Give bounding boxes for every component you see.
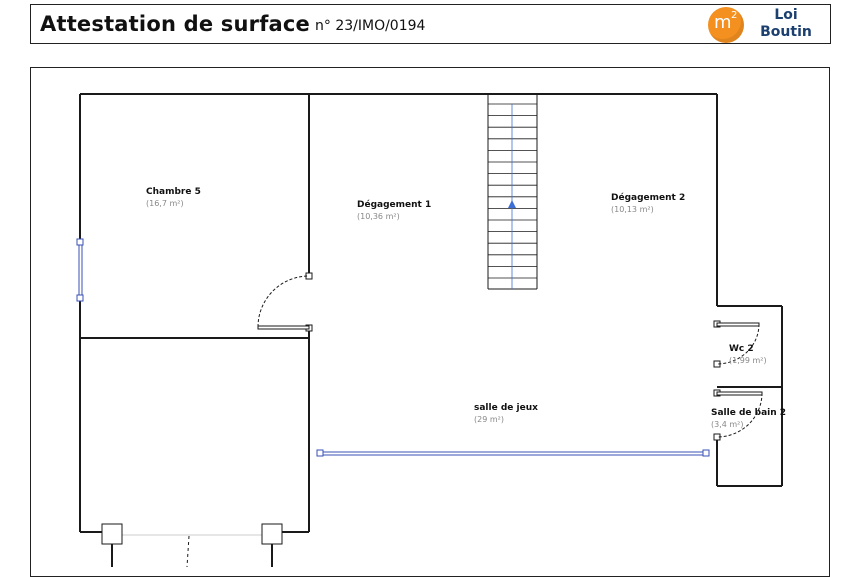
room-area-salle-de-jeux: (29 m²) [474, 415, 504, 424]
room-area-wc-2: (1,99 m²) [729, 356, 767, 365]
room-name-salle-de-jeux: salle de jeux [474, 403, 538, 413]
garage-door-post-right [261, 523, 283, 545]
room-area-degagement-2: (10,13 m²) [611, 205, 654, 214]
floor-plan: Chambre 5 (16,7 m²) Dégagement 1 (10,36 … [76, 93, 786, 567]
room-name-salle-de-bain-2: Salle de bain 2 [711, 408, 786, 418]
room-area-degagement-1: (10,36 m²) [357, 212, 400, 221]
room-area-chambre-5: (16,7 m²) [146, 199, 184, 208]
walls [79, 93, 783, 533]
door-swing-chambre [257, 275, 310, 328]
room-labels: Chambre 5 (16,7 m²) Dégagement 1 (10,36 … [146, 187, 786, 429]
room-area-salle-de-bain-2: (3,4 m²) [711, 420, 744, 429]
windows [76, 238, 710, 457]
staircase [487, 94, 538, 290]
room-name-degagement-2: Dégagement 2 [611, 192, 685, 203]
room-name-wc-2: Wc 2 [729, 344, 754, 354]
room-name-degagement-1: Dégagement 1 [357, 199, 431, 210]
room-name-chambre-5: Chambre 5 [146, 187, 201, 197]
garage-door-post-left [101, 523, 123, 545]
doors [101, 272, 763, 567]
stair-arrow-icon [508, 200, 516, 208]
